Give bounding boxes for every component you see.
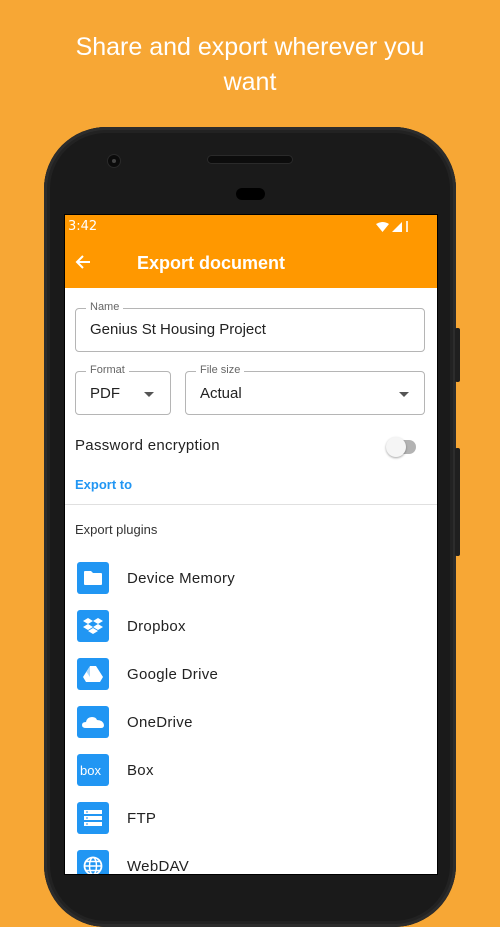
promo-headline-line2: want [223, 68, 277, 96]
export-to-link[interactable]: Export to [75, 477, 132, 492]
plugin-label: Dropbox [127, 617, 186, 635]
format-select[interactable]: Format PDF [75, 364, 171, 415]
svg-text:box: box [80, 763, 101, 777]
export-plugins-heading: Export plugins [75, 522, 158, 537]
name-field-label: Name [86, 301, 124, 313]
chevron-down-icon [144, 392, 154, 397]
box-icon: box [77, 754, 109, 786]
phone-speaker [208, 156, 292, 163]
phone-volume-button [455, 448, 460, 556]
onedrive-icon [77, 706, 109, 738]
chevron-down-icon [399, 392, 409, 397]
status-time: 3:42 [68, 219, 98, 234]
password-encryption-toggle[interactable] [386, 437, 416, 457]
server-icon [77, 802, 109, 834]
google-drive-icon [77, 658, 109, 690]
name-field[interactable]: Name Genius St Housing Project [75, 301, 425, 352]
file-size-select-value: Actual [200, 385, 242, 402]
dropbox-icon [77, 610, 109, 642]
plugin-label: Box [127, 761, 154, 779]
phone-screen: 3:42 Export document Name Genius St Hous… [64, 214, 438, 875]
file-size-select[interactable]: File size Actual [185, 364, 425, 415]
toggle-thumb [386, 437, 406, 457]
name-field-value: Genius St Housing Project [90, 321, 266, 338]
status-bar: 3:42 [65, 215, 437, 238]
signal-icon [392, 221, 402, 232]
plugin-dropbox[interactable]: Dropbox [65, 602, 437, 650]
plugin-device-memory[interactable]: Device Memory [65, 554, 437, 602]
phone-power-button [455, 328, 460, 382]
plugin-onedrive[interactable]: OneDrive [65, 698, 437, 746]
plugin-label: WebDAV [127, 857, 190, 875]
globe-icon [77, 850, 109, 874]
battery-icon [406, 221, 408, 232]
plugin-label: Device Memory [127, 569, 236, 587]
format-select-value: PDF [90, 385, 120, 402]
password-encryption-label: Password encryption [75, 437, 220, 454]
app-bar: Export document [65, 238, 437, 288]
wifi-icon [376, 221, 389, 232]
divider [65, 504, 437, 505]
plugin-list: Device Memory Dropbox Google Drive OneDr… [65, 554, 437, 875]
phone-sensor [236, 188, 265, 200]
file-size-select-label: File size [196, 364, 245, 376]
page-title: Export document [137, 252, 286, 273]
arrow-left-icon [75, 255, 90, 269]
folder-icon [77, 562, 109, 594]
plugin-label: Google Drive [127, 665, 219, 683]
phone-camera [108, 155, 120, 167]
back-button[interactable] [65, 252, 121, 274]
plugin-label: OneDrive [127, 713, 193, 731]
plugin-label: FTP [127, 809, 157, 827]
format-select-label: Format [86, 364, 129, 376]
plugin-ftp[interactable]: FTP [65, 794, 437, 842]
plugin-box[interactable]: box Box [65, 746, 437, 794]
promo-headline-line1: Share and export wherever you [75, 33, 425, 61]
promo-headline: Share and export wherever you want [0, 30, 500, 100]
plugin-google-drive[interactable]: Google Drive [65, 650, 437, 698]
plugin-webdav[interactable]: WebDAV [65, 842, 437, 875]
